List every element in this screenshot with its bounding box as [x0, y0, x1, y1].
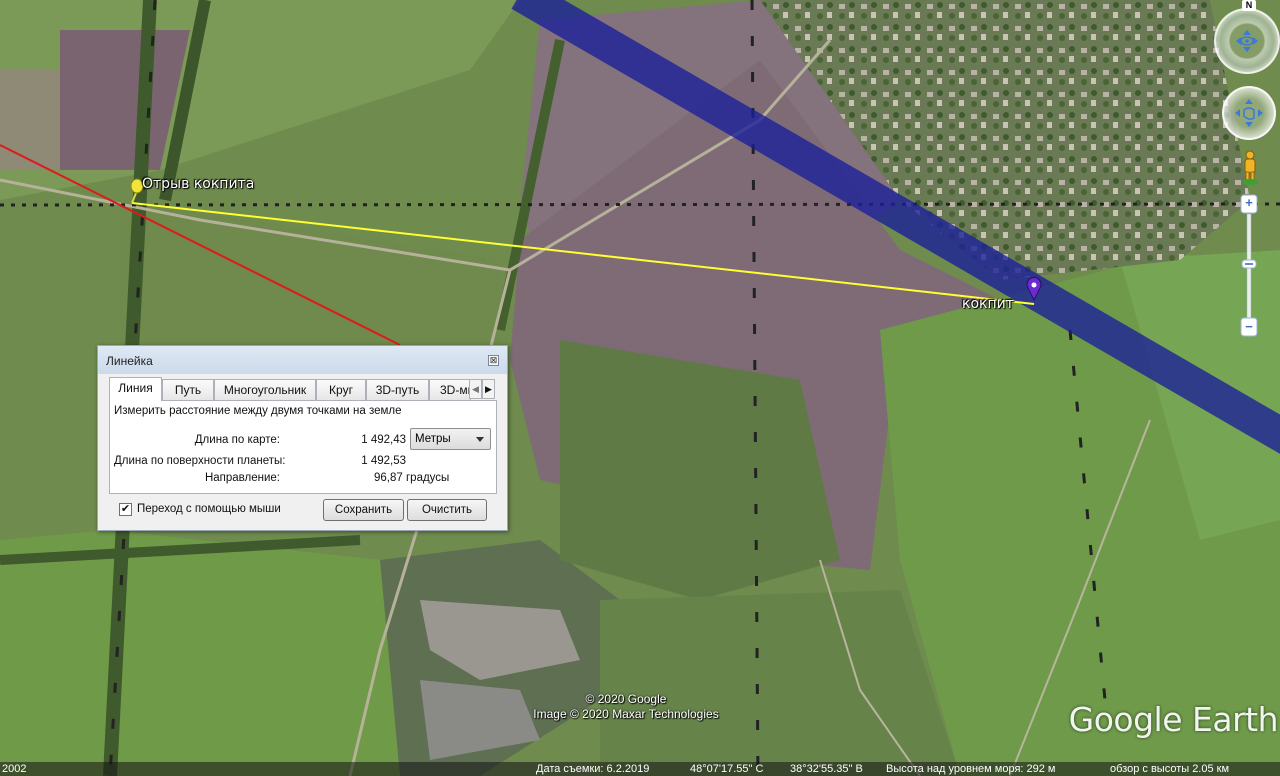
placemark-label-cockpit[interactable]: кокпит: [962, 296, 1014, 312]
tab-3d-path[interactable]: 3D-путь: [366, 379, 429, 400]
imagery-date: Дата съемки: 6.2.2019: [536, 763, 650, 775]
ruler-tabs: Линия Путь Многоугольник Круг 3D-путь 3D…: [109, 377, 497, 401]
dialog-titlebar[interactable]: Линейка ⊠: [98, 346, 507, 374]
eye-altitude: обзор с высоты 2.05 км: [1110, 763, 1230, 775]
units-dropdown[interactable]: Метры: [410, 428, 491, 450]
chevron-down-icon: [476, 437, 484, 442]
mouse-navigation-label[interactable]: Переход с помощью мыши: [137, 503, 281, 515]
close-icon[interactable]: ⊠: [488, 355, 499, 366]
field-strip: [0, 70, 60, 170]
dialog-title: Линейка: [106, 354, 153, 368]
street-view-pegman-icon[interactable]: [1240, 150, 1260, 186]
tab-scroll-right-icon[interactable]: ▶: [482, 379, 495, 399]
status-bar: 2002 Дата съемки: 6.2.2019 48°07'17.55" …: [0, 762, 1280, 776]
zoom-in-button[interactable]: +: [1240, 194, 1258, 212]
ground-length-value: 1 492,53: [361, 455, 406, 467]
heading-value: 96,87 градусы: [374, 472, 450, 484]
map-length-value: 1 492,43: [361, 434, 406, 446]
tab-3d-polygon[interactable]: 3D-мн: [429, 379, 471, 400]
zoom-slider[interactable]: [1240, 194, 1258, 338]
green-field-southwest: [0, 530, 420, 776]
units-selected: Метры: [415, 433, 451, 445]
longitude: 38°32'55.35" В: [790, 763, 863, 775]
tab-scroll-left-icon[interactable]: ◀: [469, 379, 482, 399]
mouse-navigation-checkbox[interactable]: ✔: [119, 503, 132, 516]
placemark-label-cockpit-separation[interactable]: Отрыв кокпита: [142, 176, 254, 192]
save-button[interactable]: Сохранить: [323, 499, 404, 521]
look-around-icon[interactable]: [1214, 8, 1280, 74]
ruler-description: Измерить расстояние между двумя точками …: [114, 405, 402, 417]
google-earth-logo: Google Earth: [1068, 700, 1279, 739]
field-south: [600, 590, 960, 776]
heading-label: Направление:: [204, 472, 280, 484]
timeline-year[interactable]: 2002: [2, 762, 26, 776]
map-length-label: Длина по карте:: [194, 434, 280, 446]
copyright-google: © 2020 Google: [585, 692, 667, 706]
tab-polygon[interactable]: Многоугольник: [214, 379, 316, 400]
ground-length-label: Длина по поверхности планеты:: [114, 455, 286, 467]
ruler-panel: Измерить расстояние между двумя точками …: [109, 400, 497, 494]
tab-circle[interactable]: Круг: [316, 379, 366, 400]
tab-path[interactable]: Путь: [162, 379, 214, 400]
copyright-maxar: Image © 2020 Maxar Technologies: [533, 707, 719, 721]
clear-button[interactable]: Очистить: [407, 499, 487, 521]
latitude: 48°07'17.55" С: [690, 763, 764, 775]
tab-line[interactable]: Линия: [109, 377, 162, 401]
ruler-dialog: Линейка ⊠ Линия Путь Многоугольник Круг …: [97, 345, 508, 531]
pan-hand-icon[interactable]: [1222, 86, 1276, 140]
elevation: Высота над уровнем моря: 292 м: [886, 763, 1056, 775]
zoom-out-button[interactable]: −: [1240, 318, 1258, 336]
